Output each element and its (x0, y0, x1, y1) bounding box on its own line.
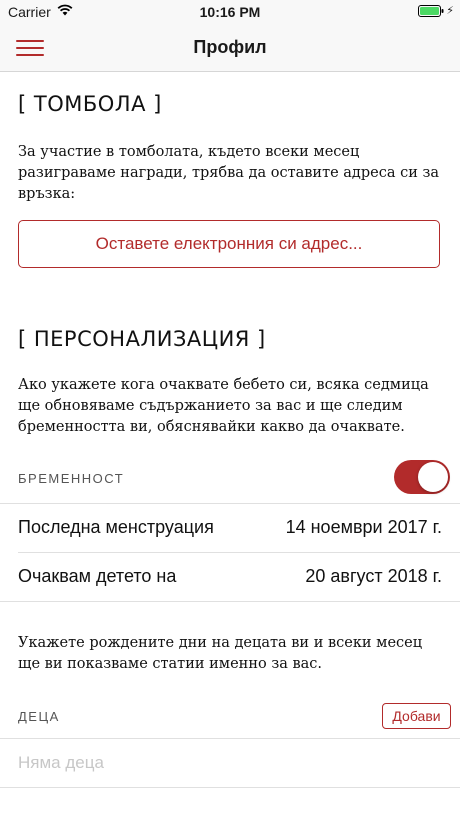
last-period-label: Последна менструация (18, 517, 214, 537)
children-description: Укажете рождените дни на децата ви и все… (18, 633, 448, 675)
divider (0, 503, 460, 504)
raffle-description: За участие в томболата, където всеки мес… (18, 142, 448, 205)
toggle-knob (418, 462, 448, 492)
children-description-line: ще ви показваме статии именно за вас. (18, 656, 323, 672)
children-header: ДЕЦА (18, 709, 60, 724)
due-date-label: Очаквам детето на (18, 566, 177, 586)
raffle-title: [ ТОМБОЛА ] (18, 92, 162, 116)
navigation-bar: Профил (0, 24, 460, 72)
pregnancy-toggle[interactable] (394, 460, 450, 494)
pregnancy-label: БРЕМЕННОСТ (18, 471, 125, 486)
no-children-placeholder: Няма деца (18, 753, 104, 772)
raffle-description-line: връзка: (18, 186, 76, 202)
personalization-description-line: ще обновяваме съдържанието за вас и ще с… (18, 398, 403, 414)
personalization-description-line: Ако укажете кога очаквате бебето си, вся… (18, 377, 429, 393)
status-time: 10:16 PM (199, 4, 261, 20)
add-child-button[interactable]: Добави (382, 703, 451, 729)
charging-bolt-icon: ⚡ (446, 5, 454, 17)
divider (0, 787, 460, 788)
personalization-description: Ако укажете кога очаквате бебето си, вся… (18, 375, 448, 438)
children-description-line: Укажете рождените дни на децата ви и все… (18, 635, 423, 651)
divider (18, 552, 460, 553)
email-button[interactable]: Оставете електронния си адрес... (18, 220, 440, 268)
battery-icon (418, 5, 444, 17)
last-period-value[interactable]: 14 ноември 2017 г. (286, 517, 442, 538)
raffle-description-line: разиграваме награди, трябва да оставите … (18, 165, 440, 181)
due-date-value[interactable]: 20 август 2018 г. (305, 566, 442, 587)
divider (0, 738, 460, 739)
page-title: Профил (193, 37, 267, 57)
personalization-description-line: бременността ви, обяснявайки какво да оч… (18, 419, 405, 435)
raffle-description-line: За участие в томболата, където всеки мес… (18, 144, 360, 160)
divider (0, 601, 460, 602)
status-bar: Carrier 10:16 PM ⚡ (0, 0, 460, 24)
personalization-title: [ ПЕРСОНАЛИЗАЦИЯ ] (18, 327, 266, 351)
